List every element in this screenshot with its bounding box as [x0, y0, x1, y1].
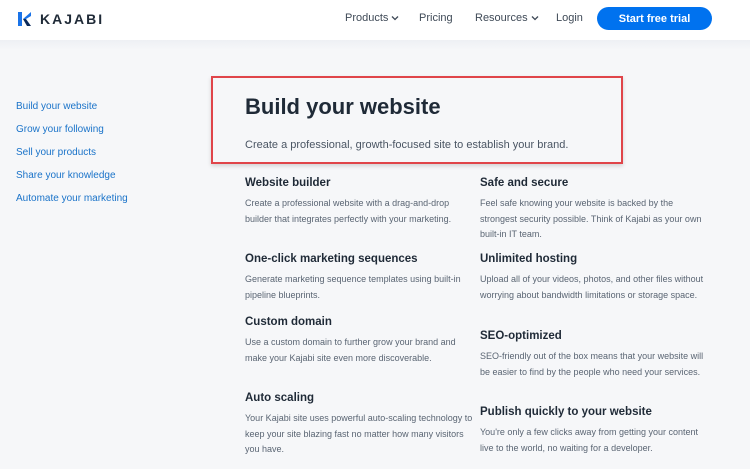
sidebar-item-automate-marketing[interactable]: Automate your marketing [16, 193, 128, 216]
feature-title: Website builder [245, 177, 331, 189]
feature-title: One-click marketing sequences [245, 253, 418, 265]
sidebar-item-grow-following[interactable]: Grow your following [16, 124, 128, 147]
sidebar-item-sell-products[interactable]: Sell your products [16, 147, 128, 170]
nav-pricing[interactable]: Pricing [419, 12, 453, 24]
feature-unlimited-hosting: Unlimited hosting Upload all of your vid… [480, 253, 710, 303]
feature-description: Feel safe knowing your website is backed… [480, 198, 702, 239]
chevron-down-icon [391, 16, 399, 21]
feature-title: Auto scaling [245, 392, 315, 404]
feature-description: SEO-friendly out of the box means that y… [480, 351, 704, 377]
feature-title: SEO-optimized [480, 330, 562, 342]
nav-products-label: Products [345, 12, 389, 24]
kajabi-logo[interactable]: KAJABI [18, 11, 104, 27]
feature-marketing-sequences: One-click marketing sequences Generate m… [245, 253, 475, 303]
brand-name: KAJABI [40, 11, 105, 27]
feature-title: Safe and secure [480, 177, 569, 189]
nav-products[interactable]: Products [345, 12, 399, 24]
feature-description: Use a custom domain to further grow your… [245, 337, 456, 363]
nav-pricing-label: Pricing [419, 12, 453, 24]
feature-seo-optimized: SEO-optimized SEO-friendly out of the bo… [480, 330, 710, 380]
kajabi-logo-icon [18, 12, 31, 26]
nav-login[interactable]: Login [556, 12, 583, 24]
page-subtitle: Create a professional, growth-focused si… [245, 139, 569, 151]
feature-safe-secure: Safe and secure Feel safe knowing your w… [480, 177, 710, 243]
header-divider [0, 40, 750, 50]
page-title: Build your website [245, 94, 441, 119]
sidebar-item-build-website[interactable]: Build your website [16, 101, 128, 124]
sidebar-item-share-knowledge[interactable]: Share your knowledge [16, 170, 128, 193]
feature-website-builder: Website builder Create a professional we… [245, 177, 475, 227]
chevron-down-icon [531, 16, 539, 21]
feature-description: Generate marketing sequence templates us… [245, 274, 461, 300]
nav-resources[interactable]: Resources [475, 12, 539, 24]
nav-resources-label: Resources [475, 12, 528, 24]
feature-description: Your Kajabi site uses powerful auto-scal… [245, 413, 473, 454]
start-free-trial-button[interactable]: Start free trial [597, 7, 712, 30]
feature-description: You're only a few clicks away from getti… [480, 427, 698, 453]
feature-title: Publish quickly to your website [480, 406, 652, 418]
feature-description: Create a professional website with a dra… [245, 198, 452, 224]
feature-publish-quickly: Publish quickly to your website You're o… [480, 406, 710, 456]
feature-auto-scaling: Auto scaling Your Kajabi site uses power… [245, 392, 475, 458]
feature-custom-domain: Custom domain Use a custom domain to fur… [245, 316, 475, 366]
feature-title: Unlimited hosting [480, 253, 578, 265]
sidebar-nav: Build your website Grow your following S… [16, 101, 128, 216]
feature-title: Custom domain [245, 316, 332, 328]
nav-login-label: Login [556, 12, 583, 24]
feature-description: Upload all of your videos, photos, and o… [480, 274, 704, 300]
